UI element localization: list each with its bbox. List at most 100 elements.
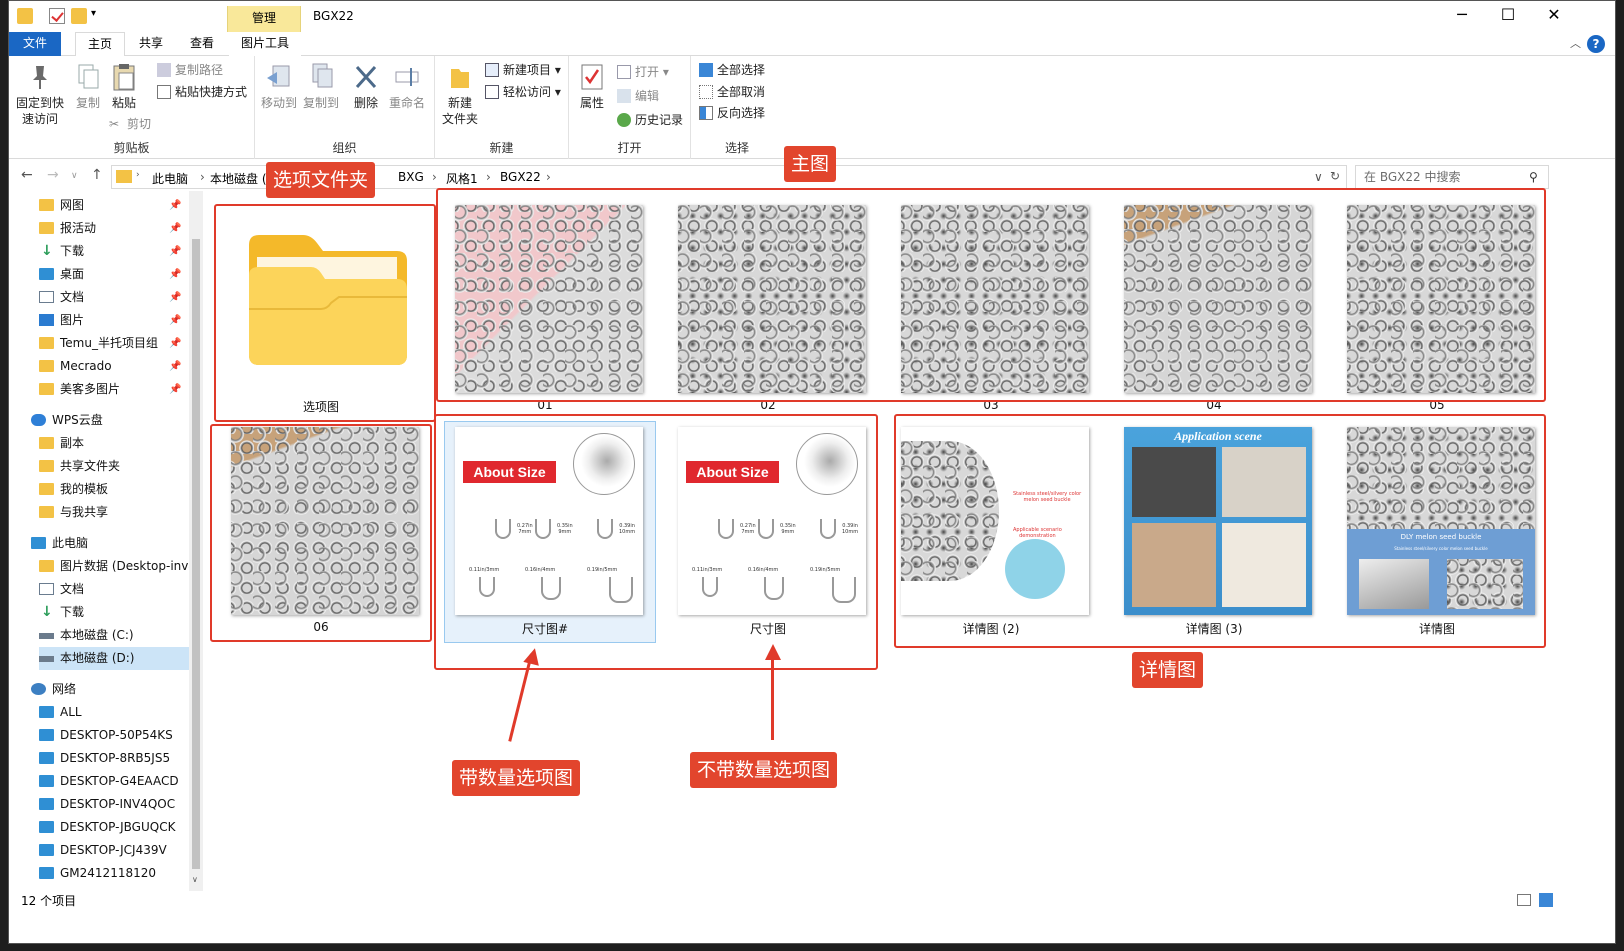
up-button[interactable]: ↑	[91, 167, 103, 183]
context-tab-manage[interactable]: 管理	[227, 6, 301, 32]
nav-quick-item[interactable]: 图片 📌	[39, 309, 189, 332]
back-button[interactable]: ←	[21, 167, 33, 183]
nav-this-pc[interactable]: 此电脑	[31, 532, 189, 555]
details-view-icon[interactable]	[1517, 894, 1531, 906]
pin-quick-access-button[interactable]: 固定到快 速访问	[13, 62, 67, 127]
select-all-button[interactable]: 全部选择	[699, 60, 765, 80]
nav-network-item[interactable]: DESKTOP-G4EAACD	[39, 770, 189, 793]
chevron-right-icon: ›	[136, 170, 140, 180]
folder-icon	[39, 483, 54, 495]
pin-icon: 📌	[169, 246, 182, 257]
folder-icon	[39, 199, 54, 211]
nav-pc-item[interactable]: 本地磁盘 (D:)	[39, 647, 189, 670]
invert-selection-button[interactable]: 反向选择	[699, 103, 765, 123]
nav-quick-item[interactable]: 文档 📌	[39, 286, 189, 309]
nav-network-item[interactable]: DESKTOP-JBGUQCK	[39, 816, 189, 839]
forward-button[interactable]: →	[47, 167, 59, 183]
nav-item-label: 报活动	[60, 221, 97, 235]
scroll-down-icon[interactable]: ∨	[192, 875, 198, 884]
nav-quick-item[interactable]: 下载 📌	[39, 240, 189, 263]
copy-button[interactable]: 复制	[71, 62, 105, 111]
crumb-bgx22[interactable]: BGX22	[500, 170, 541, 184]
open-button[interactable]: 打开 ▾	[617, 62, 669, 82]
new-item-icon	[485, 63, 499, 77]
maximize-button[interactable]: ☐	[1485, 1, 1531, 31]
address-dropdown-icon[interactable]: ∨	[1314, 170, 1323, 184]
close-button[interactable]: ✕	[1531, 1, 1577, 31]
move-to-button[interactable]: 移动到	[259, 62, 299, 111]
select-none-button[interactable]: 全部取消	[699, 82, 765, 102]
group-label: 组织	[332, 141, 357, 155]
minimize-button[interactable]: ─	[1439, 1, 1485, 31]
nav-wps-item[interactable]: 与我共享	[39, 501, 189, 524]
customize-quick-access-icon[interactable]: ▾	[91, 8, 96, 19]
document-icon	[39, 583, 54, 595]
nav-network[interactable]: 网络	[31, 678, 189, 701]
properties-button[interactable]: 属性	[573, 62, 611, 111]
paste-shortcut-button[interactable]: 粘贴快捷方式	[157, 82, 247, 102]
crumb-style1[interactable]: 风格1	[446, 170, 478, 187]
nav-wps-cloud[interactable]: WPS云盘	[31, 409, 189, 432]
nav-item-label: 我的模板	[60, 482, 109, 496]
nav-pc-item[interactable]: 本地磁盘 (C:)	[39, 624, 189, 647]
nav-network-item[interactable]: GM2412118120	[39, 862, 189, 885]
delete-button[interactable]: 删除	[349, 62, 383, 111]
nav-quick-item[interactable]: Temu_半托项目组 📌	[39, 332, 189, 355]
nav-network-item[interactable]: DESKTOP-50P54KS	[39, 724, 189, 747]
nav-pc-item[interactable]: 文档	[39, 578, 189, 601]
folder-icon	[39, 560, 54, 572]
nav-network-item[interactable]: DESKTOP-8RB5JS5	[39, 747, 189, 770]
move-to-icon	[265, 62, 293, 92]
copy-path-button[interactable]: 复制路径	[157, 60, 223, 80]
collapse-ribbon-icon[interactable]: ︿	[1570, 35, 1581, 51]
nav-item-label: 下载	[60, 605, 85, 619]
nav-scrollbar[interactable]: ∨	[189, 191, 203, 891]
nav-pc-item[interactable]: 图片数据 (Desktop-inv4	[39, 555, 196, 578]
nav-pc-item[interactable]: 下载	[39, 601, 189, 624]
crumb-this-pc[interactable]: 此电脑	[152, 170, 188, 187]
tab-file[interactable]: 文件	[9, 32, 61, 56]
tab-view[interactable]: 查看	[178, 32, 226, 56]
crumb-bxg[interactable]: BXG	[398, 170, 424, 184]
recent-locations-icon[interactable]: ∨	[71, 171, 78, 181]
new-folder-quick-icon[interactable]	[71, 8, 87, 24]
search-icon[interactable]: ⚲	[1529, 170, 1538, 184]
easy-access-button[interactable]: 轻松访问 ▾	[485, 82, 561, 102]
nav-network-item[interactable]: DESKTOP-JCJ439V	[39, 839, 189, 862]
search-input[interactable]: 在 BGX22 中搜索	[1355, 165, 1549, 189]
nav-network-item[interactable]: ALL	[39, 701, 189, 724]
ic-drive	[39, 633, 54, 639]
nav-scroll-thumb[interactable]	[192, 239, 200, 869]
tab-home[interactable]: 主页	[75, 32, 126, 57]
tab-picture-tools[interactable]: 图片工具	[229, 32, 302, 56]
refresh-icon[interactable]: ↻	[1330, 169, 1340, 183]
large-icons-view-icon[interactable]	[1539, 893, 1553, 907]
nav-quick-item[interactable]: 网图 📌	[39, 194, 189, 217]
history-button[interactable]: 历史记录	[617, 110, 683, 130]
pin-icon: 📌	[169, 269, 182, 280]
nav-quick-item[interactable]: Mecrado 📌	[39, 355, 189, 378]
tab-share[interactable]: 共享	[127, 32, 175, 56]
group-label: 打开	[617, 141, 642, 155]
paste-shortcut-icon	[157, 85, 171, 99]
pin-icon: 📌	[169, 200, 182, 211]
paste-button[interactable]: 粘贴	[107, 62, 141, 111]
ic-pc	[31, 537, 46, 549]
edit-button[interactable]: 编辑	[617, 86, 659, 106]
folder-icon	[39, 337, 54, 349]
properties-quick-icon[interactable]	[49, 8, 65, 24]
copy-to-button[interactable]: 复制到	[301, 62, 341, 111]
nav-wps-item[interactable]: 共享文件夹	[39, 455, 189, 478]
nav-wps-item[interactable]: 副本	[39, 432, 189, 455]
new-folder-button[interactable]: 新建 文件夹	[439, 62, 481, 127]
rename-button[interactable]: 重命名	[387, 62, 427, 111]
nav-wps-item[interactable]: 我的模板	[39, 478, 189, 501]
nav-quick-item[interactable]: 美客多图片 📌	[39, 378, 189, 401]
nav-network-item[interactable]: DESKTOP-INV4QOC	[39, 793, 189, 816]
select-all-icon	[699, 63, 713, 77]
new-item-button[interactable]: 新建项目 ▾	[485, 60, 561, 80]
nav-quick-item[interactable]: 桌面 📌	[39, 263, 189, 286]
help-button[interactable]: ?	[1587, 35, 1605, 53]
nav-quick-item[interactable]: 报活动 📌	[39, 217, 189, 240]
cut-button[interactable]: ✂ 剪切	[109, 114, 151, 134]
